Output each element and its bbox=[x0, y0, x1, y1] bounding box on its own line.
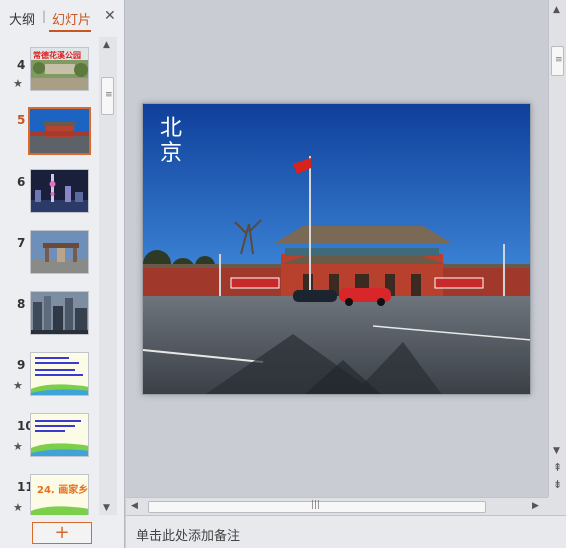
panel-tabbar: 大纲 | 幻灯片 ✕ bbox=[0, 0, 125, 33]
thumbnail-image: 24. 画家乡 bbox=[30, 474, 89, 515]
slide-thumbnail-10[interactable]: 10 ★ bbox=[0, 411, 100, 461]
scrollbar-thumb[interactable]: ||| bbox=[148, 500, 486, 513]
scrollbar-corner bbox=[548, 497, 566, 515]
slide-number: 6 bbox=[17, 175, 26, 189]
slide-thumbnail-6[interactable]: 6 bbox=[0, 167, 100, 217]
thumbnail-scrollbar[interactable]: ▲ ≡ ▼ bbox=[99, 37, 117, 515]
star-icon: ★ bbox=[13, 379, 23, 392]
slide-number: 9 bbox=[17, 358, 26, 372]
scroll-right-icon[interactable]: ▶ bbox=[532, 501, 539, 511]
text-slide-thumbnail bbox=[31, 414, 88, 456]
text-slide-thumbnail bbox=[31, 353, 88, 395]
slide-thumbnail-8[interactable]: 8 bbox=[0, 289, 100, 339]
slide-canvas[interactable]: 北京 bbox=[142, 103, 531, 395]
thumbnail-title: 24. 画家乡 bbox=[37, 485, 89, 496]
next-slide-icon[interactable]: ⇟ bbox=[553, 478, 562, 491]
scrollbar-thumb[interactable]: ≡ bbox=[101, 77, 114, 115]
slide-panel: 大纲 | 幻灯片 ✕ 4 ★ 常德花溪公园 5 6 7 8 9 ★ 10 ★ 1… bbox=[0, 0, 125, 548]
scroll-up-icon[interactable]: ▲ bbox=[553, 5, 560, 15]
grip-icon: ≡ bbox=[555, 55, 563, 65]
add-slide-button[interactable]: + bbox=[32, 522, 92, 544]
star-icon: ★ bbox=[13, 77, 23, 90]
slide-number: 4 bbox=[17, 58, 26, 72]
scroll-down-icon[interactable]: ▼ bbox=[553, 446, 560, 456]
close-icon[interactable]: ✕ bbox=[104, 8, 116, 24]
slide-number: 7 bbox=[17, 236, 26, 250]
scroll-up-icon[interactable]: ▲ bbox=[103, 40, 110, 50]
star-icon: ★ bbox=[13, 440, 23, 453]
grip-icon: ≡ bbox=[105, 90, 113, 100]
scroll-left-icon[interactable]: ◀ bbox=[131, 501, 138, 511]
thumbnail-title: 常德花溪公园 bbox=[33, 51, 81, 60]
notes-placeholder: 单击此处添加备注 bbox=[136, 529, 241, 544]
grip-icon: ||| bbox=[311, 500, 321, 510]
notes-pane[interactable]: 单击此处添加备注 bbox=[126, 515, 566, 548]
beijing-thumbnail bbox=[30, 109, 89, 153]
slide-thumbnail-list: 4 ★ 常德花溪公园 5 6 7 8 9 ★ 10 ★ 11 ★ 24. 画家乡 bbox=[0, 37, 100, 515]
active-tab-indicator bbox=[49, 30, 91, 32]
slide-number: 5 bbox=[17, 113, 26, 127]
thumbnail-image bbox=[30, 413, 89, 457]
thumbnail-image bbox=[30, 291, 89, 335]
thumbnail-image bbox=[30, 169, 89, 213]
slide-number: 8 bbox=[17, 297, 26, 311]
beijing-gate-photo bbox=[143, 104, 530, 394]
thumbnail-image bbox=[28, 107, 91, 155]
horizontal-scrollbar[interactable]: ◀ ||| ▶ bbox=[126, 497, 548, 515]
shanghai-thumbnail bbox=[31, 170, 88, 212]
tab-outline[interactable]: 大纲 bbox=[9, 9, 35, 28]
slide-thumbnail-4[interactable]: 4 ★ 常德花溪公园 bbox=[0, 44, 100, 94]
slide-title[interactable]: 北京 bbox=[159, 116, 183, 166]
star-icon: ★ bbox=[13, 501, 23, 514]
slide-thumbnail-9[interactable]: 9 ★ bbox=[0, 350, 100, 400]
city-thumbnail bbox=[31, 292, 88, 334]
slide-editor: 北京 bbox=[126, 0, 548, 497]
tab-slides[interactable]: 幻灯片 bbox=[52, 9, 91, 28]
thumbnail-image: 常德花溪公园 bbox=[30, 47, 89, 91]
scroll-down-icon[interactable]: ▼ bbox=[103, 503, 110, 513]
scrollbar-thumb[interactable]: ≡ bbox=[551, 46, 564, 76]
tab-separator: | bbox=[42, 9, 47, 23]
slide-thumbnail-7[interactable]: 7 bbox=[0, 228, 100, 278]
previous-slide-icon[interactable]: ⇞ bbox=[553, 461, 562, 474]
thumbnail-image bbox=[30, 230, 89, 274]
gate-thumbnail bbox=[31, 231, 88, 273]
slide-thumbnail-11[interactable]: 11 ★ 24. 画家乡 bbox=[0, 472, 100, 515]
vertical-scrollbar[interactable]: ▲ ≡ ▼ ⇞ ⇟ bbox=[548, 0, 566, 497]
thumbnail-image bbox=[30, 352, 89, 396]
slide-thumbnail-5[interactable]: 5 bbox=[0, 105, 100, 155]
